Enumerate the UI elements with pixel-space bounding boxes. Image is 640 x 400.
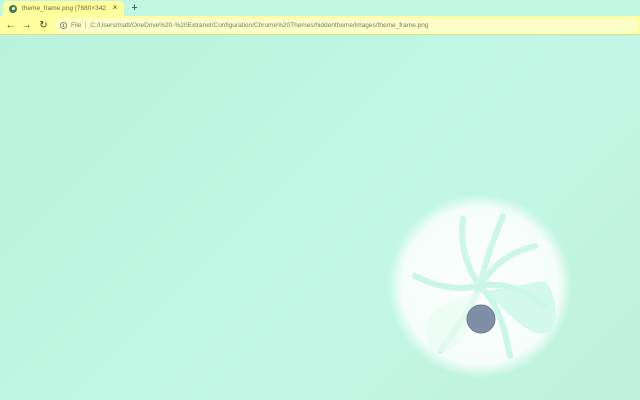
file-icon — [9, 4, 17, 13]
address-bar[interactable]: File | C:/Users/matt/OneDrive%20-%20Extr… — [55, 18, 638, 33]
url-text[interactable]: C:/Users/matt/OneDrive%20-%20Extranet/Co… — [90, 22, 428, 29]
forward-button[interactable]: → — [20, 19, 33, 32]
toolbar: ← → ↻ File | C:/Users/matt/OneDrive%20-%… — [0, 16, 640, 35]
close-icon[interactable]: × — [110, 3, 120, 14]
image-viewport — [0, 36, 640, 400]
spiral-fan-icon — [388, 194, 572, 378]
url-separator: | — [84, 22, 87, 29]
info-icon[interactable] — [60, 22, 67, 29]
tab-strip: theme_frame.png (7680×3420) × + — [0, 0, 640, 16]
new-tab-button[interactable]: + — [129, 3, 140, 14]
tab-theme-frame[interactable]: theme_frame.png (7680×3420) × — [3, 1, 124, 16]
url-scheme: File — [71, 22, 82, 29]
reload-button[interactable]: ↻ — [37, 19, 50, 32]
back-button[interactable]: ← — [4, 19, 17, 32]
tab-title: theme_frame.png (7680×3420) — [22, 5, 106, 12]
